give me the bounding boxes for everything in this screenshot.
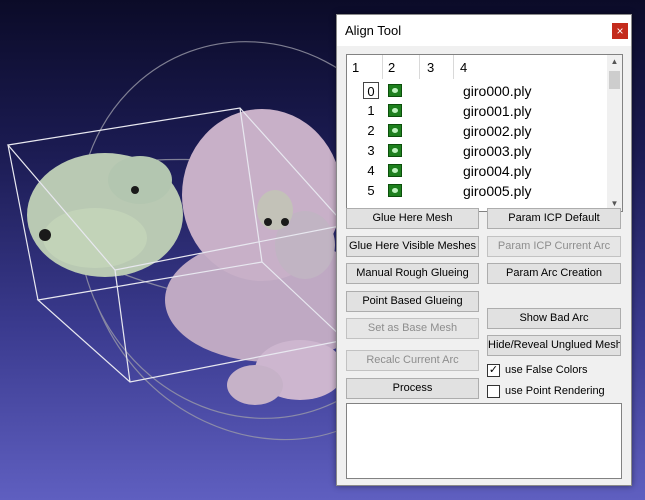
false-colors-checkbox[interactable]: ✓ use False Colors <box>487 363 617 379</box>
mesh-id-selected: 0 <box>363 82 379 99</box>
column-header-3[interactable]: 3 <box>427 60 434 75</box>
mesh-id: 5 <box>367 183 375 198</box>
param-icp-default-button[interactable]: Param ICP Default <box>487 208 621 229</box>
point-rendering-label: use Point Rendering <box>505 385 605 397</box>
checkbox-unchecked[interactable] <box>487 385 500 398</box>
mesh-row[interactable]: 2 giro002.ply <box>347 121 607 141</box>
column-divider <box>382 55 383 79</box>
show-bad-arc-button[interactable]: Show Bad Arc <box>487 308 621 329</box>
mesh-id: 1 <box>367 103 375 118</box>
mesh-id: 4 <box>367 163 375 178</box>
list-scrollbar[interactable]: ▲ ▼ <box>607 55 622 211</box>
eye-icon[interactable] <box>388 144 402 157</box>
mesh-filename: giro001.ply <box>463 103 532 119</box>
glue-here-visible-meshes-button[interactable]: Glue Here Visible Meshes <box>346 236 479 257</box>
column-header-1[interactable]: 1 <box>352 60 359 75</box>
dialog-title: Align Tool <box>345 23 402 38</box>
mesh-filename: giro002.ply <box>463 123 532 139</box>
close-icon[interactable]: × <box>612 23 628 39</box>
set-as-base-mesh-button[interactable]: Set as Base Mesh <box>346 318 479 339</box>
eye-icon[interactable] <box>388 164 402 177</box>
eye-icon[interactable] <box>388 184 402 197</box>
log-text-area[interactable] <box>346 403 622 479</box>
eye-icon[interactable] <box>388 124 402 137</box>
process-button[interactable]: Process <box>346 378 479 399</box>
mesh-row[interactable]: 0 giro000.ply <box>347 81 607 101</box>
mesh-id: 3 <box>367 143 375 158</box>
recalc-current-arc-button[interactable]: Recalc Current Arc <box>346 350 479 371</box>
param-icp-current-arc-button[interactable]: Param ICP Current Arc <box>487 236 621 257</box>
dialog-titlebar[interactable]: Align Tool × <box>337 15 631 46</box>
column-header-4[interactable]: 4 <box>460 60 467 75</box>
turtle-mesh <box>27 109 375 405</box>
checkbox-checked[interactable]: ✓ <box>487 364 500 377</box>
mesh-filename: giro003.ply <box>463 143 532 159</box>
glue-here-mesh-button[interactable]: Glue Here Mesh <box>346 208 479 229</box>
mesh-id: 2 <box>367 123 375 138</box>
mesh-row[interactable]: 4 giro004.ply <box>347 161 607 181</box>
eye-icon[interactable] <box>388 84 402 97</box>
param-arc-creation-button[interactable]: Param Arc Creation <box>487 263 621 284</box>
eye-icon[interactable] <box>388 104 402 117</box>
mesh-filename: giro000.ply <box>463 83 532 99</box>
column-header-2[interactable]: 2 <box>388 60 395 75</box>
hide-reveal-unglued-mesh-button[interactable]: Hide/Reveal Unglued Mesh <box>487 335 621 356</box>
mesh-row[interactable]: 3 giro003.ply <box>347 141 607 161</box>
point-rendering-checkbox[interactable]: use Point Rendering <box>487 384 622 400</box>
column-divider <box>419 55 420 79</box>
point-based-glueing-button[interactable]: Point Based Glueing <box>346 291 479 312</box>
false-colors-label: use False Colors <box>505 364 588 376</box>
mesh-row[interactable]: 5 giro005.ply <box>347 181 607 201</box>
mesh-list-header: 1 2 3 4 <box>347 55 607 79</box>
scroll-thumb[interactable] <box>609 71 620 89</box>
column-divider <box>453 55 454 79</box>
align-tool-dialog: Align Tool × 1 2 3 4 0 giro000.ply 1 gir… <box>336 14 632 486</box>
mesh-filename: giro004.ply <box>463 163 532 179</box>
mesh-list[interactable]: 1 2 3 4 0 giro000.ply 1 giro001.ply 2 gi… <box>346 54 623 212</box>
mesh-row[interactable]: 1 giro001.ply <box>347 101 607 121</box>
mesh-filename: giro005.ply <box>463 183 532 199</box>
manual-rough-glueing-button[interactable]: Manual Rough Glueing <box>346 263 479 284</box>
scroll-up-icon[interactable]: ▲ <box>607 55 622 69</box>
